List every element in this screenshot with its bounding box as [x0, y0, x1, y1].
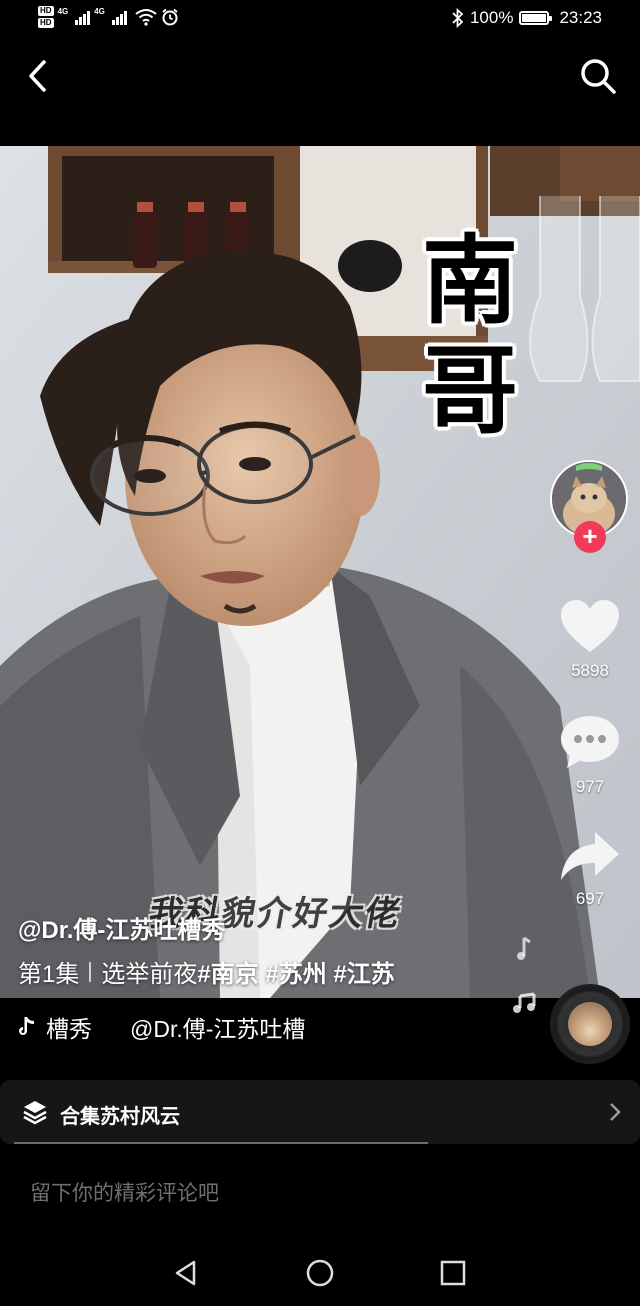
- layers-icon: [23, 1101, 47, 1125]
- chevron-left-icon[interactable]: [22, 56, 58, 96]
- hd-badge: HD: [38, 18, 54, 28]
- heart-icon: [561, 600, 619, 652]
- music-disc[interactable]: [550, 984, 630, 1064]
- video-player[interactable]: 南 哥 我科貌介好大佬: [0, 146, 640, 998]
- collection-progress: [14, 1142, 428, 1144]
- status-left: HD HD 4G 4G: [38, 6, 179, 28]
- battery-percent: 100%: [469, 8, 514, 27]
- video-frame: [0, 146, 640, 998]
- episode-label[interactable]: 第1集: [18, 954, 79, 989]
- nav-back-icon[interactable]: [172, 1258, 202, 1288]
- divider: [89, 961, 92, 982]
- tiktok-note-icon: [19, 1017, 34, 1035]
- author-handle[interactable]: @Dr.傅-江苏吐槽秀: [18, 910, 225, 945]
- video-description: 第1集 选举前夜 #南京 #苏州 #江苏: [18, 954, 395, 989]
- comment-button[interactable]: 977: [550, 714, 630, 797]
- comment-count: 977: [575, 777, 605, 796]
- like-button[interactable]: 5898: [550, 598, 630, 681]
- disc-cover: [568, 1002, 612, 1046]
- wifi-icon: [135, 9, 157, 26]
- music-title: 槽秀: [46, 1016, 92, 1042]
- network-label: 4G: [57, 6, 69, 16]
- description-text: 选举前夜: [101, 961, 198, 988]
- status-right: 100% 23:23: [452, 8, 602, 28]
- bluetooth-icon: [452, 8, 464, 28]
- status-bar: HD HD 4G 4G 100% 23:23: [0, 0, 640, 40]
- share-arrow-icon: [561, 832, 619, 880]
- hd-badge: HD: [38, 6, 54, 16]
- collection-label: 合集苏村风云: [60, 1106, 180, 1128]
- chevron-right-icon: [610, 1103, 621, 1121]
- like-count: 5898: [571, 661, 609, 680]
- alarm-icon: [162, 8, 178, 26]
- floating-music-notes-icon: [513, 936, 536, 1013]
- top-nav: [0, 40, 640, 146]
- overlay-char: 哥: [422, 334, 518, 447]
- battery-icon: [519, 11, 553, 25]
- overlay-char: 南: [422, 224, 518, 337]
- collection-bar[interactable]: 合集苏村风云: [0, 1080, 640, 1144]
- signal-icon: [111, 9, 127, 25]
- comment-input[interactable]: [30, 1174, 590, 1214]
- video-title-overlay: 南 哥: [422, 226, 532, 446]
- network-label: 4G: [94, 6, 105, 16]
- nav-home-icon[interactable]: [305, 1258, 335, 1288]
- search-icon[interactable]: [578, 56, 618, 96]
- comment-icon: [561, 716, 619, 768]
- signal-icon: [75, 9, 91, 25]
- share-count: 697: [575, 889, 605, 908]
- music-credit: @Dr.傅-江苏吐槽: [130, 1016, 306, 1042]
- clock: 23:23: [559, 8, 602, 27]
- system-nav-bar: [0, 1240, 640, 1306]
- music-info[interactable]: 槽秀 @Dr.傅-江苏吐槽: [18, 1010, 305, 1044]
- hashtags[interactable]: #南京 #苏州 #江苏: [197, 954, 394, 989]
- share-button[interactable]: 697: [550, 830, 630, 909]
- hd-icon: HD HD: [38, 6, 54, 28]
- follow-button[interactable]: +: [574, 521, 606, 553]
- nav-recent-apps-icon[interactable]: [438, 1258, 468, 1288]
